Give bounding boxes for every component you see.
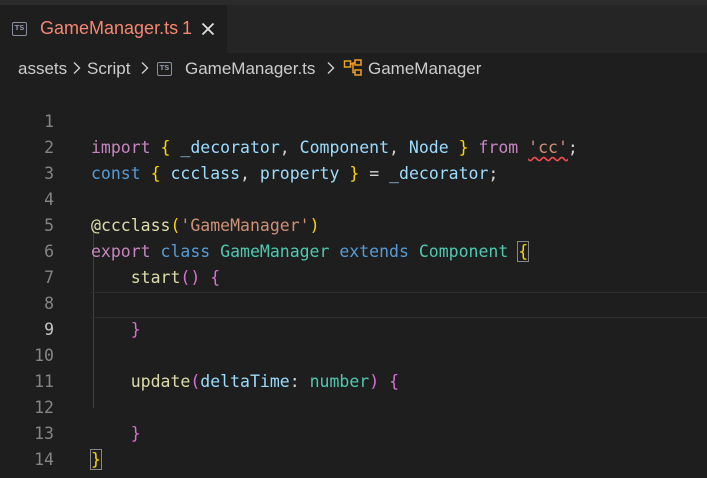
- code-line: 10 update(deltaTime: number) {: [0, 317, 707, 391]
- code-line: 15: [0, 447, 707, 478]
- breadcrumb-item-file[interactable]: GameManager.ts: [185, 59, 315, 79]
- chevron-right-icon: [141, 62, 149, 74]
- close-icon[interactable]: [199, 20, 217, 38]
- code-line: 13 }: [0, 395, 707, 470]
- problem-count-badge: 1: [182, 18, 193, 38]
- code-editor[interactable]: 1 import { _decorator, Component, Node }…: [0, 83, 707, 478]
- breadcrumb-item-script[interactable]: Script: [87, 59, 130, 79]
- code-line: 1 import { _decorator, Component, Node }…: [0, 83, 707, 157]
- code-line: 4 @ccclass('GameManager'): [0, 161, 707, 235]
- chevron-right-icon: [327, 62, 335, 74]
- line-number: 15: [0, 473, 54, 478]
- typescript-file-icon: TS: [12, 22, 27, 36]
- code-line: 6 start() {: [0, 213, 707, 287]
- breadcrumb-item-assets[interactable]: assets: [18, 59, 67, 79]
- code-line: 12 }: [0, 369, 707, 443]
- code-line: 11: [0, 343, 707, 391]
- class-symbol-icon: [343, 59, 362, 76]
- breadcrumb-item-class[interactable]: GameManager: [368, 59, 481, 79]
- code-line-active: 9: [0, 291, 707, 339]
- breadcrumb: assets Script TS GameManager.ts GameMana…: [0, 57, 707, 81]
- code-line: 3: [0, 135, 707, 183]
- code-line: 5 export class GameManager extends Compo…: [0, 187, 707, 262]
- code-line: 2 const { ccclass, property } = _decorat…: [0, 109, 707, 183]
- tab-title: GameManager.ts: [40, 18, 179, 38]
- chevron-right-icon: [73, 62, 81, 74]
- typescript-file-icon: TS: [157, 62, 172, 76]
- code-line: 7: [0, 239, 707, 287]
- code-line: 14: [0, 421, 707, 469]
- code-line: 8 }: [0, 265, 707, 339]
- tab-gamemanager[interactable]: TS GameManager.ts 1: [0, 5, 227, 53]
- editor-tab-bar: TS GameManager.ts 1: [0, 5, 707, 53]
